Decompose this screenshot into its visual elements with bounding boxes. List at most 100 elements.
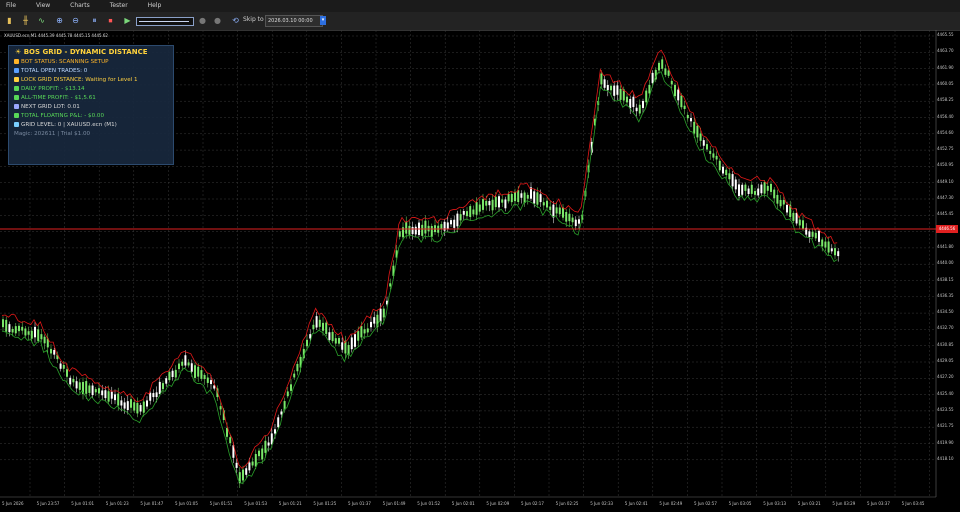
candle <box>328 332 331 340</box>
panel-row: ALL-TIME PROFIT: - $1,5.61 <box>14 95 96 101</box>
candle <box>37 329 40 341</box>
candle <box>613 85 616 96</box>
menu-view[interactable]: View <box>36 0 50 12</box>
panel-row-text: Magic: 202611 | Trial $1.00 <box>14 131 91 137</box>
candle <box>261 448 264 460</box>
candle <box>821 239 824 247</box>
candle <box>405 221 408 234</box>
play-icon[interactable]: ▶ <box>122 15 133 26</box>
panel-row: BOT STATUS: SCANNING SETUP <box>14 59 109 65</box>
candle <box>558 207 561 215</box>
status-icon <box>14 68 19 73</box>
price-tick: 4432.70 <box>937 325 954 331</box>
menu-help[interactable]: Help <box>148 0 162 12</box>
candle <box>606 84 609 91</box>
candle <box>546 200 548 208</box>
candle <box>578 219 580 224</box>
bar-chart-icon[interactable]: ╫ <box>20 15 31 26</box>
price-tick: 4418.10 <box>937 455 954 461</box>
candle <box>162 383 164 390</box>
candle <box>168 371 171 381</box>
candle <box>130 399 132 408</box>
candle <box>830 248 833 252</box>
candle <box>574 219 577 227</box>
menu-file[interactable]: File <box>6 0 16 12</box>
candle <box>565 212 568 222</box>
candle <box>568 213 571 222</box>
stop-icon[interactable]: ⏹ <box>105 15 116 26</box>
candle <box>363 329 366 334</box>
price-tick: 4430.85 <box>937 341 954 347</box>
candle <box>526 194 529 199</box>
candle <box>686 114 689 119</box>
candle <box>114 394 116 401</box>
time-tick: 5 Jun 01:23 <box>105 501 129 506</box>
toolbar: ▮ ╫ ∿ ⊕ ⊖ ⏸ ⏹ ▶ ● ● ⟲ Skip to ▾ <box>0 12 960 31</box>
candle <box>824 241 827 248</box>
candle <box>510 193 513 203</box>
time-tick: 5 Jun 01:01 <box>71 501 95 506</box>
price-tick: 4445.45 <box>937 211 954 217</box>
candle <box>696 125 699 138</box>
chevron-down-icon[interactable]: ▾ <box>320 16 326 25</box>
candle <box>501 199 504 203</box>
candle <box>616 85 619 95</box>
panel-row: LOCK GRID DISTANCE: Waiting for Level 1 <box>14 77 138 83</box>
candle <box>8 324 11 333</box>
line-chart-icon[interactable]: ∿ <box>36 15 47 26</box>
candle <box>338 338 340 344</box>
candle <box>734 179 737 190</box>
candle <box>478 204 481 212</box>
time-tick: 5 Jun 02:09 <box>486 501 510 506</box>
candle <box>747 188 750 194</box>
candle <box>315 316 318 328</box>
candle <box>411 226 414 235</box>
candle <box>88 385 91 393</box>
menu-tester[interactable]: Tester <box>110 0 128 12</box>
candle <box>674 84 676 97</box>
status-icon <box>14 122 19 127</box>
candle <box>827 241 830 253</box>
candle <box>373 317 376 324</box>
candle <box>725 169 728 176</box>
pause-icon[interactable]: ⏸ <box>89 15 100 26</box>
speed-slider[interactable] <box>136 17 194 26</box>
panel-row-text: DAILY PROFIT: - $13.14 <box>21 86 85 92</box>
time-tick: 5 Jun 03:13 <box>763 501 787 506</box>
status-icon <box>14 113 19 118</box>
candle <box>635 107 638 112</box>
candle <box>715 155 718 160</box>
candle-chart-icon[interactable]: ▮ <box>4 15 15 26</box>
zoom-out-icon[interactable]: ⊖ <box>70 15 81 26</box>
candle <box>277 417 280 428</box>
candle <box>533 191 536 204</box>
candle <box>171 370 174 378</box>
panel-row-text: ALL-TIME PROFIT: - $1,5.61 <box>21 95 96 101</box>
price-tick: 4450.95 <box>937 162 954 168</box>
candle <box>456 213 459 227</box>
candle <box>146 400 148 407</box>
zoom-in-icon[interactable]: ⊕ <box>54 15 65 26</box>
time-tick: 5 Jun 02:25 <box>555 501 579 506</box>
candle <box>136 402 139 414</box>
candle <box>85 381 88 394</box>
candle <box>728 173 731 180</box>
step-icon[interactable]: ● <box>197 15 208 26</box>
candle <box>424 220 427 234</box>
time-tick: 5 Jun 01:47 <box>140 501 164 506</box>
candle <box>155 392 158 398</box>
settings-icon[interactable]: ● <box>212 15 223 26</box>
current-price-tag: 4446.56 <box>936 225 958 233</box>
candle <box>626 96 628 103</box>
candle <box>571 217 574 223</box>
candle <box>430 226 433 237</box>
candle <box>312 324 315 330</box>
candle <box>658 62 660 71</box>
menu-charts[interactable]: Charts <box>70 0 90 12</box>
price-tick: 4436.35 <box>937 292 954 298</box>
candle <box>331 331 334 342</box>
panel-row-text: TOTAL FLOATING P&L: - $0.00 <box>21 113 105 119</box>
skip-date-input[interactable] <box>265 15 323 27</box>
candle <box>414 226 417 235</box>
price-tick: 4456.40 <box>937 113 954 119</box>
